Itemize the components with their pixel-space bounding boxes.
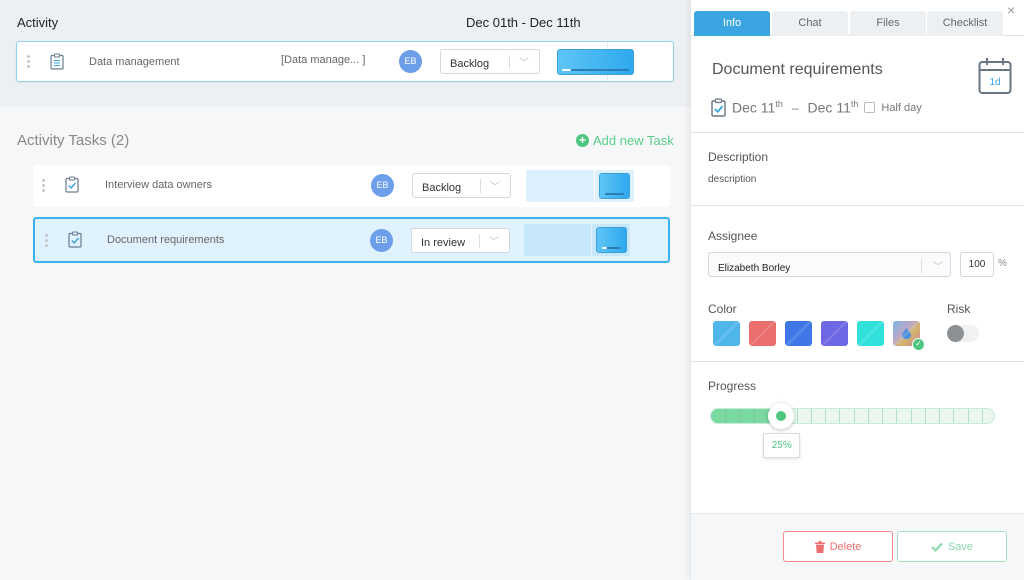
allocation-input[interactable]: 100	[960, 252, 994, 277]
activity-header-band: Activity Dec 01th - Dec 11th Data manage…	[0, 0, 690, 107]
task-detail-panel: Info Chat Files Checklist × Document req…	[690, 0, 1024, 580]
chevron-down-icon: ﹀	[933, 262, 943, 273]
end-date[interactable]: Dec 11th	[808, 99, 859, 116]
save-label: Save	[947, 540, 974, 553]
status-value: Backlog	[450, 58, 490, 70]
task-row[interactable]: Interview data owners EB Backlog ﹀	[33, 165, 670, 207]
progress-label: Progress	[708, 379, 757, 393]
description-label: Description	[708, 150, 769, 164]
assignee-label: Assignee	[708, 229, 758, 243]
selected-check-icon: ✓	[912, 338, 925, 351]
tasks-heading: Activity Tasks (2)	[17, 132, 130, 149]
color-label: Color	[708, 302, 737, 316]
status-value: Backlog	[422, 182, 462, 194]
clipboard-check-icon	[68, 231, 82, 248]
close-icon[interactable]: ×	[1007, 2, 1015, 18]
activity-row[interactable]: Data management [Data manage... ] EB Bac…	[16, 41, 674, 82]
chevron-down-icon: ﹀	[489, 237, 499, 248]
task-name: Document requirements	[107, 234, 225, 246]
risk-toggle[interactable]	[947, 325, 979, 342]
task-title: Document requirements	[712, 61, 883, 78]
activity-heading: Activity	[17, 15, 59, 30]
avatar[interactable]: EB	[371, 174, 394, 197]
delete-button[interactable]: Delete	[783, 531, 893, 562]
activity-name: Data management	[89, 56, 180, 68]
trash-icon	[814, 540, 825, 553]
tab-checklist[interactable]: Checklist	[927, 11, 1003, 36]
plus-circle-icon: +	[576, 134, 589, 147]
color-swatch-red[interactable]	[749, 321, 776, 346]
avatar[interactable]: EB	[370, 229, 393, 252]
droplet-icon	[902, 328, 911, 339]
status-select[interactable]: Backlog ﹀	[412, 173, 511, 198]
start-date[interactable]: Dec 11th	[732, 99, 783, 116]
task-name: Interview data owners	[105, 179, 212, 191]
duration-badge: 1d	[989, 77, 1000, 88]
gantt-bar[interactable]	[557, 49, 634, 75]
clipboard-check-icon	[711, 98, 726, 117]
half-day-label: Half day	[881, 101, 922, 114]
drag-handle-icon[interactable]	[27, 55, 31, 70]
toggle-knob	[947, 325, 964, 342]
date-separator: –	[791, 100, 799, 115]
tab-info[interactable]: Info	[694, 11, 770, 36]
clipboard-list-icon	[50, 53, 64, 70]
chevron-down-icon: ﹀	[519, 58, 529, 69]
save-button[interactable]: Save	[897, 531, 1007, 562]
divider	[691, 132, 1024, 133]
progress-tooltip: 25%	[763, 433, 801, 458]
activity-date-range: Dec 01th - Dec 11th	[466, 15, 581, 30]
description-field[interactable]: description	[708, 174, 756, 185]
panel-tabs: Info Chat Files Checklist ×	[691, 0, 1024, 36]
progress-slider[interactable]	[710, 408, 995, 424]
gantt-bar[interactable]	[599, 173, 630, 199]
assignee-value: Elizabeth Borley	[718, 263, 791, 274]
color-swatch-sky-blue[interactable]	[713, 321, 740, 346]
color-swatch-blue[interactable]	[785, 321, 812, 346]
delete-label: Delete	[829, 540, 862, 553]
tab-files[interactable]: Files	[850, 11, 926, 36]
color-swatch-purple[interactable]	[821, 321, 848, 346]
color-swatch-custom[interactable]: ✓	[893, 321, 925, 351]
chevron-down-icon: ﹀	[490, 182, 500, 193]
calendar-icon[interactable]: 1d	[978, 57, 1012, 95]
status-select[interactable]: In review ﹀	[411, 228, 510, 253]
risk-label: Risk	[947, 302, 971, 316]
task-row-selected[interactable]: Document requirements EB In review ﹀	[33, 217, 670, 263]
status-select[interactable]: Backlog ﹀	[440, 49, 540, 74]
status-value: In review	[421, 237, 466, 249]
activity-tag: [Data manage... ]	[281, 54, 366, 66]
drag-handle-icon[interactable]	[42, 179, 46, 194]
activity-board: Activity Dec 01th - Dec 11th Data manage…	[0, 0, 690, 580]
assignee-select[interactable]: Elizabeth Borley ﹀	[708, 252, 951, 277]
tab-chat[interactable]: Chat	[772, 11, 848, 36]
divider	[691, 205, 1024, 206]
percent-sign: %	[998, 258, 1007, 269]
panel-footer: Delete Save	[691, 513, 1024, 580]
half-day-checkbox[interactable]	[864, 102, 876, 113]
gantt-bar[interactable]	[596, 227, 627, 253]
add-task-button[interactable]: + Add new Task	[576, 133, 674, 148]
avatar[interactable]: EB	[399, 50, 422, 73]
add-task-label: Add new Task	[593, 133, 674, 148]
drag-handle-icon[interactable]	[45, 234, 49, 249]
slider-handle[interactable]	[768, 403, 795, 429]
color-swatch-cyan[interactable]	[857, 321, 884, 346]
checkmark-icon	[931, 542, 943, 552]
date-range: Dec 11th – Dec 11th Half day	[711, 98, 922, 117]
divider	[691, 361, 1024, 362]
clipboard-check-icon	[65, 176, 79, 193]
